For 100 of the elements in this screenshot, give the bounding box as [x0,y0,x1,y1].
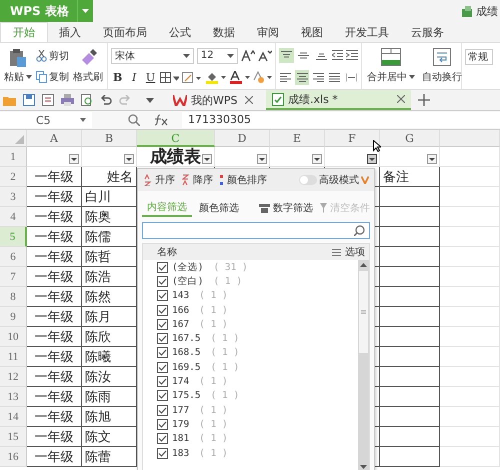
scroll-thumb[interactable] [359,271,368,353]
borders-icon[interactable] [160,72,180,84]
row-header[interactable]: 7 [0,267,27,287]
row-header[interactable]: 2 [0,167,27,187]
copy-button[interactable]: 复制 [36,70,69,84]
sort-button[interactable]: 升序 [144,173,175,187]
close-icon[interactable] [245,96,253,104]
filter-button[interactable] [124,154,134,164]
row-header[interactable]: 14 [0,407,27,427]
decrease-font-icon[interactable] [258,50,272,62]
cell-style-icon[interactable] [182,72,202,84]
checkbox[interactable] [157,318,168,330]
ribbon-tab[interactable]: 插入 [48,22,92,42]
ribbon-tab[interactable]: 云服务 [400,22,455,42]
ribbon-tab[interactable]: 视图 [290,22,334,42]
checkbox[interactable] [157,390,168,402]
row-header[interactable]: 16 [0,447,27,467]
column-header[interactable]: E [270,130,325,147]
checkbox[interactable] [157,262,168,273]
row-header[interactable]: 6 [0,247,27,267]
row-header[interactable]: 13 [0,387,27,407]
filter-button[interactable] [202,154,212,164]
row-header[interactable]: 1 [0,147,27,167]
decrease-indent-icon[interactable] [332,50,344,60]
filter-button[interactable] [69,154,79,164]
number-format-dropdown[interactable]: 常规 [465,49,493,65]
row-header[interactable]: 10 [0,327,27,347]
filter-tab[interactable]: 颜色筛选 [195,199,243,217]
row-header[interactable]: 11 [0,347,27,367]
zoom-icon[interactable] [128,114,140,126]
checkbox[interactable] [157,304,168,316]
options-button[interactable]: 选项 [332,245,365,259]
document-icon[interactable] [42,94,54,106]
column-header[interactable]: A [27,130,82,147]
checkbox[interactable] [157,276,168,287]
plus-icon[interactable] [418,94,430,106]
filter-button[interactable] [312,154,322,164]
checkbox[interactable] [157,362,168,373]
row-header[interactable]: 12 [0,367,27,387]
ribbon-tab[interactable]: 开始 [0,22,48,42]
sort-button[interactable]: 颜色排序 [220,173,267,187]
search-field[interactable] [142,222,370,239]
clear-format-icon[interactable] [252,71,272,84]
scrollbar[interactable] [358,260,369,470]
checkbox[interactable] [157,448,168,458]
font-dropdown[interactable]: 宋体 [111,48,194,64]
column-header[interactable]: G [380,130,440,147]
checkbox[interactable] [157,404,168,416]
format-painter-button[interactable]: 格式刷 [72,45,104,87]
increase-indent-icon[interactable] [346,50,358,60]
function-icon[interactable] [154,114,168,126]
filter-button[interactable] [367,154,377,164]
ribbon-tab[interactable]: 公式 [158,22,202,42]
ribbon-tab[interactable]: 审阅 [246,22,290,42]
checkbox[interactable] [157,376,168,388]
number-filter-button[interactable]: 数字筛选 [259,201,313,215]
close-icon[interactable] [397,95,405,103]
column-header[interactable]: B [82,130,137,147]
ribbon-tab[interactable]: 数据 [202,22,246,42]
checkbox[interactable] [157,333,168,344]
app-menu-dropdown[interactable] [76,0,93,22]
checkbox[interactable] [157,290,168,302]
font-size-dropdown[interactable]: 12 [196,48,238,64]
checkbox[interactable] [157,347,168,358]
row-header[interactable]: 4 [0,207,27,227]
bold-button[interactable]: B [111,71,124,84]
paste-button[interactable]: 粘贴 [3,45,33,87]
underline-button[interactable]: U [144,71,158,84]
document-tab[interactable]: 成绩.xls * [266,90,411,110]
row-header[interactable]: 15 [0,427,27,447]
column-header[interactable]: D [215,130,270,147]
row-header[interactable]: 8 [0,287,27,307]
vertical-align-button[interactable] [279,48,294,62]
ribbon-tab[interactable]: 开发工具 [334,22,400,42]
filter-button[interactable] [427,154,437,164]
increase-font-icon[interactable] [241,50,256,62]
row-header[interactable]: 9 [0,307,27,327]
save-icon[interactable] [23,94,35,106]
horizontal-align-button[interactable] [295,70,309,84]
name-box[interactable]: C5 [0,112,92,128]
column-header[interactable]: F [325,130,380,147]
filter-button[interactable] [257,154,267,164]
undo-icon[interactable] [100,95,112,105]
checkbox[interactable] [157,418,168,430]
formula-field[interactable]: 171330305 [182,112,500,128]
scroll-down-icon[interactable] [360,465,367,469]
sort-button[interactable]: 降序 [182,173,213,187]
checkbox[interactable] [157,433,168,444]
font-color-icon[interactable] [228,71,250,84]
row-header[interactable]: 3 [0,187,27,207]
scroll-up-icon[interactable] [360,263,367,267]
ribbon-tab[interactable]: 页面布局 [92,22,158,42]
printer-icon[interactable] [61,94,74,106]
caret-icon[interactable] [146,98,154,102]
merge-center-button[interactable]: 合并居中 [365,45,417,87]
print-preview-icon[interactable] [81,94,93,106]
document-tab[interactable]: 我的WPS [167,90,259,110]
italic-button[interactable]: I [127,71,141,84]
advanced-mode-toggle[interactable] [299,175,317,185]
cut-button[interactable]: 剪切 [36,48,69,62]
